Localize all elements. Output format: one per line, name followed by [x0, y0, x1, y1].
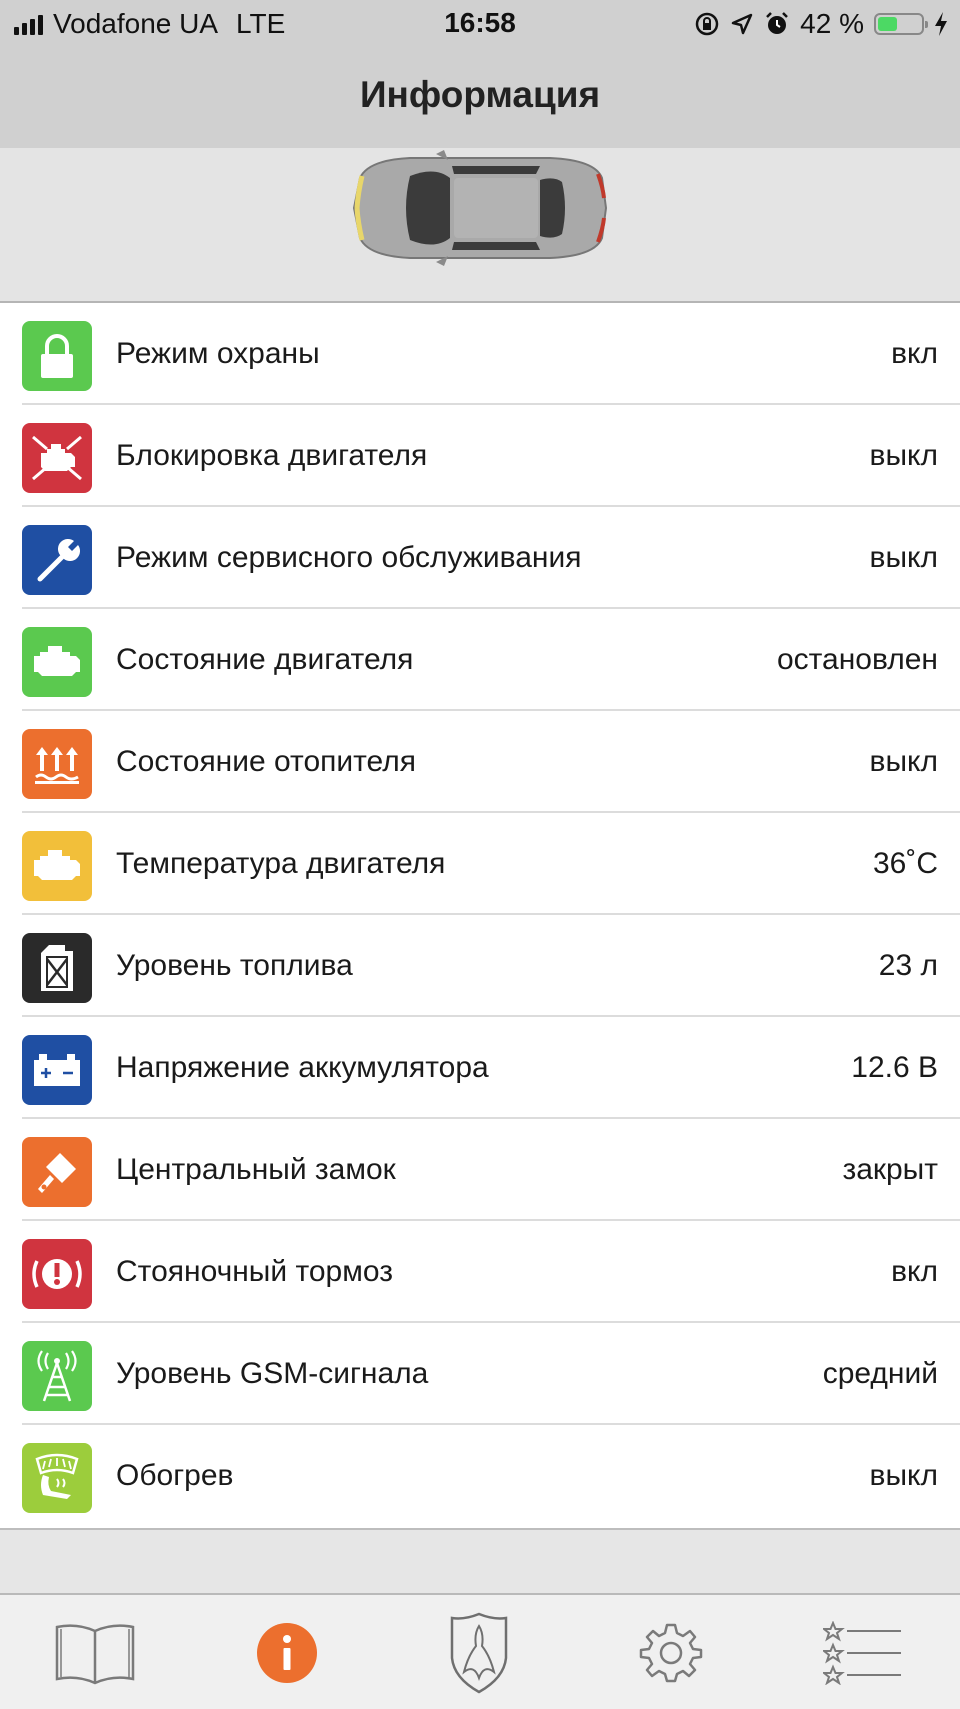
tab-info[interactable]	[242, 1615, 332, 1691]
row-value: закрыт	[842, 1153, 938, 1186]
gear-icon	[639, 1623, 703, 1683]
antenna-icon	[22, 1341, 92, 1411]
shield-logo-icon	[450, 1612, 508, 1694]
row-label: Режим сервисного обслуживания	[116, 541, 582, 574]
row-value: выкл	[869, 541, 938, 574]
car-status-panel	[0, 148, 960, 303]
status-bar: Vodafone UA LTE 16:58 42 %	[0, 0, 960, 48]
row-label: Напряжение аккумулятора	[116, 1051, 489, 1084]
seat-heat-icon	[22, 1443, 92, 1513]
fuel-can-icon	[22, 933, 92, 1003]
car-icon[interactable]	[340, 148, 620, 268]
row-value: 36˚С	[872, 847, 938, 880]
row-value: вкл	[891, 1255, 938, 1288]
list-item[interactable]: Уровень GSM-сигнала средний	[0, 1323, 960, 1425]
list-item[interactable]: Уровень топлива 23 л	[0, 915, 960, 1017]
row-value: выкл	[869, 439, 938, 472]
page-title: Информация	[359, 74, 601, 115]
list-item[interactable]: Состояние отопителя выкл	[0, 711, 960, 813]
heater-icon	[22, 729, 92, 799]
info-icon	[257, 1623, 317, 1683]
top-bar: Vodafone UA LTE 16:58 42 % Информация	[0, 0, 960, 148]
parking-brake-icon	[22, 1239, 92, 1309]
lock-icon	[22, 321, 92, 391]
key-icon	[22, 1137, 92, 1207]
row-label: Режим охраны	[116, 337, 320, 370]
row-label: Уровень топлива	[116, 949, 353, 982]
row-value: выкл	[869, 745, 938, 778]
starred-list-icon	[823, 1621, 901, 1685]
list-item[interactable]: Режим охраны вкл	[0, 303, 960, 405]
tab-bar	[0, 1593, 960, 1709]
row-label: Блокировка двигателя	[116, 439, 428, 472]
engine-icon	[22, 627, 92, 697]
tab-settings[interactable]	[626, 1615, 716, 1691]
battery-percent: 42 %	[800, 8, 864, 39]
tab-shield[interactable]	[434, 1612, 524, 1694]
alarm-icon	[766, 12, 789, 34]
book-icon	[55, 1624, 135, 1685]
row-value: средний	[822, 1357, 938, 1390]
row-value: выкл	[869, 1459, 938, 1492]
battery-icon	[22, 1035, 92, 1105]
battery-icon	[874, 13, 928, 35]
location-icon	[731, 13, 753, 35]
row-label: Центральный замок	[116, 1153, 396, 1186]
list-item[interactable]: Центральный замок закрыт	[0, 1119, 960, 1221]
row-label: Состояние двигателя	[116, 643, 414, 676]
row-label: Уровень GSM-сигнала	[116, 1357, 429, 1390]
row-label: Обогрев	[116, 1459, 234, 1492]
row-label: Состояние отопителя	[116, 745, 416, 778]
row-value: 23 л	[878, 949, 938, 982]
engine-temp-icon	[22, 831, 92, 901]
list-item[interactable]: Состояние двигателя остановлен	[0, 609, 960, 711]
row-value: вкл	[891, 337, 938, 370]
rotation-lock-icon	[695, 12, 719, 36]
list-item[interactable]: Стояночный тормоз вкл	[0, 1221, 960, 1323]
list-item[interactable]: Обогрев выкл	[0, 1425, 960, 1527]
row-value: 12.6 В	[851, 1051, 938, 1084]
info-list: Режим охраны вкл Блокировка двигателя вы…	[0, 303, 960, 1528]
row-label: Стояночный тормоз	[116, 1255, 393, 1288]
row-value: остановлен	[776, 643, 938, 676]
engine-block-icon	[22, 423, 92, 493]
row-label: Температура двигателя	[116, 847, 446, 880]
charging-icon	[935, 12, 947, 36]
list-item[interactable]: Температура двигателя 36˚С	[0, 813, 960, 915]
tab-list[interactable]	[818, 1615, 908, 1691]
tab-book[interactable]	[50, 1615, 140, 1691]
wrench-icon	[22, 525, 92, 595]
list-item[interactable]: Напряжение аккумулятора 12.6 В	[0, 1017, 960, 1119]
list-item[interactable]: Режим сервисного обслуживания выкл	[0, 507, 960, 609]
divider	[0, 1528, 960, 1530]
list-item[interactable]: Блокировка двигателя выкл	[0, 405, 960, 507]
